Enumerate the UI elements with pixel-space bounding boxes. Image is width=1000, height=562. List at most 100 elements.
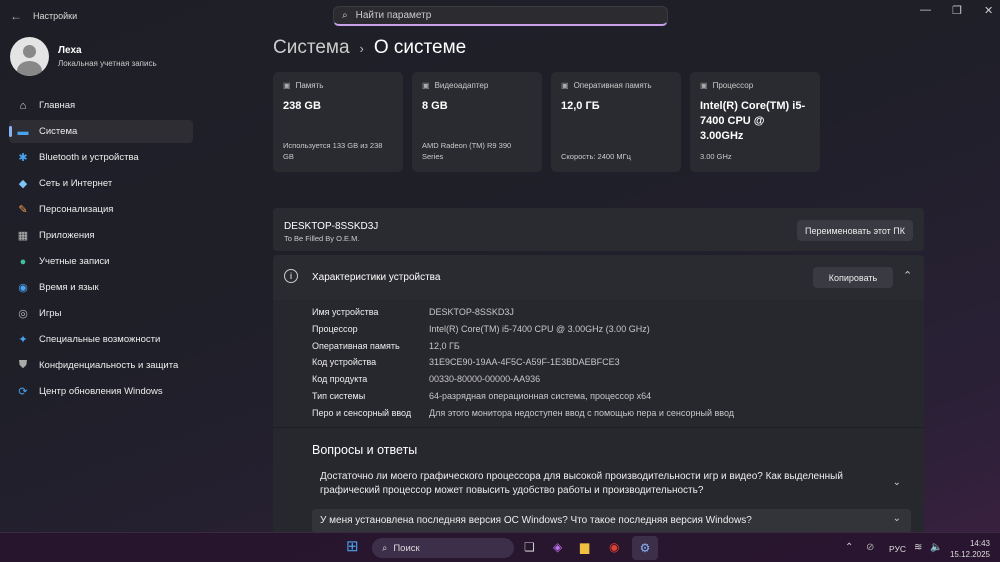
chevron-down-icon: ⌄ xyxy=(892,513,901,524)
card-sub: Используется 133 GB из 238 GB xyxy=(283,141,383,161)
sidebar-item[interactable]: ⌂ Главная xyxy=(9,94,193,117)
sidebar-item-label: Bluetooth и устройства xyxy=(39,152,139,163)
bluetooth-icon: ✱ xyxy=(18,152,28,164)
spec-card: ▣ Процессор Intel(R) Core(TM) i5-7400 CPU … xyxy=(690,72,820,172)
search-box[interactable]: ⌕ Найти параметр xyxy=(333,6,668,26)
time: 14:43 xyxy=(969,539,990,548)
sidebar-item-label: Время и язык xyxy=(39,282,99,293)
spec-card: ▣ Видеоадаптер 8 GB AMD Radeon (TM) R9 390 … xyxy=(412,72,542,172)
pc-name: DESKTOP-8SSKD3J xyxy=(284,221,379,232)
pc-model: To Be Filled By O.E.M. xyxy=(284,234,360,243)
search-input[interactable]: Найти параметр xyxy=(356,10,432,21)
sidebar-item[interactable]: ◎ Игры xyxy=(9,302,193,325)
system-icon: ▬ xyxy=(17,125,29,138)
apps-icon: ▦ xyxy=(17,230,29,242)
spec-value: 00330-80000-00000-AA936 xyxy=(429,374,541,385)
device-specs-title: Характеристики устройства xyxy=(312,272,441,283)
chrome-icon[interactable]: ◉ xyxy=(609,540,619,554)
sidebar-item[interactable]: ◆ Сеть и Интернет xyxy=(9,172,193,195)
info-icon: i xyxy=(284,269,298,283)
windows-start-icon[interactable]: ⊞ xyxy=(346,537,359,555)
app-title: Настройки xyxy=(33,11,78,21)
spec-value: Intel(R) Core(TM) i5-7400 CPU @ 3.00GHz … xyxy=(429,323,650,334)
update-icon: ⟳ xyxy=(18,386,28,398)
storage-icon: ▣ xyxy=(283,81,291,90)
spec-value: 12,0 ГБ xyxy=(429,340,460,351)
user-profile[interactable]: Леха Локальная учетная запись xyxy=(10,37,157,76)
faq-question: У меня установлена последняя версия ОС W… xyxy=(320,515,752,526)
cpu-icon: ▣ xyxy=(700,81,708,90)
card-sub: Скорость: 2400 МГц xyxy=(561,152,631,161)
spec-card: ▣ Память 238 GB Используется 133 GB из 238 … xyxy=(273,72,403,172)
spec-key: Код продукта xyxy=(312,374,368,385)
breadcrumb-current: О системе xyxy=(373,37,467,58)
spec-key: Код устройства xyxy=(312,357,377,368)
taskbar: ⊞ ⌕ Поиск ❏ ◈ ▆ ◉ ⚙ ⌃ ⊘ РУС ≋ 🔈 14:43 15.… xyxy=(0,532,1000,562)
maximize-button[interactable]: ❐ xyxy=(952,4,962,17)
chevron-right-icon: › xyxy=(359,40,364,56)
taskbar-search[interactable]: ⌕ Поиск xyxy=(372,538,514,558)
language-indicator[interactable]: РУС xyxy=(889,544,906,554)
sidebar-item[interactable]: ✱ Bluetooth и устройства xyxy=(9,146,193,169)
ram-icon: ▣ xyxy=(561,81,569,90)
device-specs-header[interactable]: i Характеристики устройства Копировать ⌃ xyxy=(273,255,924,300)
sidebar-item-label: Главная xyxy=(39,100,76,111)
spec-value: 64-разрядная операционная система, проце… xyxy=(429,391,652,401)
spec-key: Имя устройства xyxy=(312,307,379,317)
copilot-icon[interactable]: ◈ xyxy=(553,540,562,554)
sidebar-item-label: Учетные записи xyxy=(39,256,110,267)
sidebar-item-label: Конфиденциальность и защита xyxy=(39,360,179,371)
faq-item[interactable]: Достаточно ли моего графического процесс… xyxy=(312,470,911,498)
search-icon: ⌕ xyxy=(342,10,348,21)
spec-value: DESKTOP-8SSKD3J xyxy=(429,307,514,317)
back-arrow-icon[interactable]: ← xyxy=(10,9,22,23)
sidebar-item[interactable]: ✦ Специальные возможности xyxy=(9,328,193,351)
network-icon: ◆ xyxy=(18,178,28,190)
gpu-icon: ▣ xyxy=(422,81,430,90)
date: 15.12.2025 xyxy=(949,550,990,559)
accounts-icon: ● xyxy=(19,255,27,268)
task-view-icon[interactable]: ❏ xyxy=(524,540,535,554)
wifi-icon[interactable]: ≋ xyxy=(914,542,922,553)
faq-question: Достаточно ли моего графического процесс… xyxy=(320,471,843,496)
spec-value: 31E9CE90-19AA-4F5C-A59F-1E3BDAEBFCE3 xyxy=(429,357,620,368)
chevron-down-icon: ⌄ xyxy=(892,477,901,488)
globe-icon: ◉ xyxy=(18,282,28,294)
faq-item[interactable]: У меня установлена последняя версия ОС W… xyxy=(312,509,911,533)
avatar xyxy=(10,37,49,76)
close-button[interactable]: ✕ xyxy=(984,4,993,17)
sidebar-item[interactable]: ▦ Приложения xyxy=(9,224,193,247)
divider xyxy=(273,427,924,428)
minimize-button[interactable]: — xyxy=(920,4,931,16)
sidebar-item-label: Специальные возможности xyxy=(39,334,161,345)
settings-taskbar-icon[interactable]: ⚙ xyxy=(632,536,658,560)
chevron-up-icon[interactable]: ⌃ xyxy=(845,542,853,553)
volume-icon[interactable]: 🔈 xyxy=(930,542,942,553)
sidebar-item-label: Персонализация xyxy=(39,204,114,215)
card-value: 238 GB xyxy=(283,100,321,112)
sidebar-item[interactable]: ▬ Система xyxy=(9,120,193,143)
user-name: Леха xyxy=(58,45,82,56)
gamepad-icon: ◎ xyxy=(18,308,28,320)
sidebar-item[interactable]: ⟳ Центр обновления Windows xyxy=(9,380,193,403)
file-explorer-icon[interactable]: ▆ xyxy=(580,540,589,554)
sidebar-item[interactable]: ◉ Время и язык xyxy=(9,276,193,299)
taskbar-search-label: Поиск xyxy=(393,542,420,554)
copy-button[interactable]: Копировать xyxy=(813,267,893,288)
sidebar-item[interactable]: ✎ Персонализация xyxy=(9,198,193,221)
accessibility-icon: ✦ xyxy=(18,334,28,346)
card-label: Оперативная память xyxy=(573,81,652,90)
card-label: Видеоадаптер xyxy=(434,81,489,90)
chevron-up-icon[interactable]: ⌃ xyxy=(903,269,912,282)
faq-title: Вопросы и ответы xyxy=(312,443,418,457)
clock[interactable]: 14:43 15.12.2025 xyxy=(950,538,990,560)
spec-value: Для этого монитора недоступен ввод с пом… xyxy=(429,407,734,418)
sidebar-item[interactable]: ● Учетные записи xyxy=(9,250,193,273)
sidebar-item-label: Центр обновления Windows xyxy=(39,386,163,397)
sidebar-item[interactable]: ⛊ Конфиденциальность и защита xyxy=(9,354,193,377)
notifications-off-icon[interactable]: ⊘ xyxy=(866,542,874,553)
rename-pc-button[interactable]: Переименовать этот ПК xyxy=(797,220,913,241)
account-type: Локальная учетная запись xyxy=(58,59,157,68)
breadcrumb-system[interactable]: Система xyxy=(273,37,350,59)
spec-card: ▣ Оперативная память 12,0 ГБ Скорость: 2400… xyxy=(551,72,681,172)
